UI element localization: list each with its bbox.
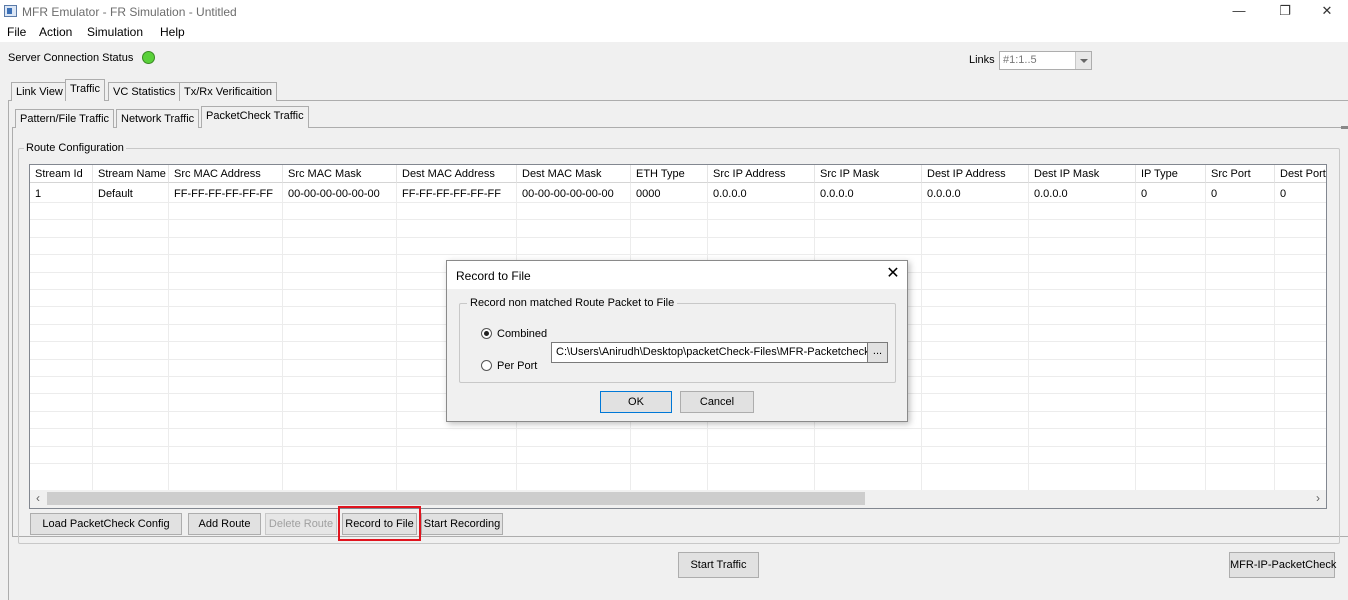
close-button[interactable]: ✕ [1304, 0, 1348, 24]
menu-help[interactable]: Help [160, 25, 185, 39]
tab-vc-statistics[interactable]: VC Statistics [108, 82, 181, 101]
table-cell: 00-00-00-00-00-00 [522, 188, 614, 200]
column-header[interactable]: Dest IP Mask [1029, 165, 1136, 183]
table-cell: FF-FF-FF-FF-FF-FF [174, 188, 273, 200]
column-header[interactable]: Dest MAC Mask [517, 165, 631, 183]
column-header[interactable]: ETH Type [631, 165, 708, 183]
close-icon[interactable]: ✕ [883, 265, 903, 285]
delete-route-button[interactable]: Delete Route [265, 513, 337, 535]
table-cell: Default [98, 188, 133, 200]
column-header[interactable]: Dest Port [1275, 165, 1326, 183]
tab-link-view[interactable]: Link View [11, 82, 68, 101]
dialog-title-bar: Record to File ✕ [447, 261, 907, 289]
table-cell: 0.0.0.0 [927, 188, 961, 200]
combined-radio[interactable] [481, 328, 492, 339]
column-header[interactable]: Src MAC Address [169, 165, 283, 183]
server-connection-label: Server Connection Status [8, 52, 134, 64]
column-header[interactable]: Stream Name [93, 165, 169, 183]
file-path-input[interactable]: C:\Users\Anirudh\Desktop\packetCheck-Fil… [551, 342, 869, 363]
links-dropdown-value: #1:1..5 [1003, 54, 1037, 66]
record-to-file-dialog: Record to File ✕ Record non matched Rout… [446, 260, 908, 422]
per-port-radio-label: Per Port [497, 360, 538, 372]
column-header[interactable]: Dest IP Address [922, 165, 1029, 183]
subtab-pattern-file-traffic[interactable]: Pattern/File Traffic [15, 109, 115, 128]
combined-radio-label: Combined [497, 328, 548, 340]
scrollbar-thumb[interactable] [47, 492, 865, 505]
chevron-down-icon[interactable] [1075, 52, 1091, 69]
links-dropdown[interactable]: #1:1..5 [999, 51, 1092, 70]
table-cell: 1 [35, 188, 42, 200]
record-to-file-highlight [338, 506, 421, 541]
minimize-button[interactable]: — [1216, 0, 1262, 24]
title-bar: MFR Emulator - FR Simulation - Untitled … [0, 0, 1348, 24]
subtab-network-traffic[interactable]: Network Traffic [116, 109, 200, 128]
subtab-packetcheck-traffic[interactable]: PacketCheck Traffic [201, 106, 309, 128]
menu-action[interactable]: Action [39, 25, 72, 39]
browse-button[interactable]: ... [867, 342, 888, 363]
column-header[interactable]: IP Type [1136, 165, 1206, 183]
ok-button[interactable]: OK [600, 391, 672, 413]
menu-bar: File Action Simulation Help [0, 24, 1348, 42]
column-header[interactable]: Stream Id [30, 165, 93, 183]
column-header[interactable]: Src IP Mask [815, 165, 922, 183]
horizontal-scrollbar[interactable]: ‹ › [30, 490, 1326, 508]
grid-row-line [30, 219, 1326, 221]
add-route-button[interactable]: Add Route [188, 513, 261, 535]
tab-txrx-verification[interactable]: Tx/Rx Verificaition [179, 82, 278, 101]
table-cell: FF-FF-FF-FF-FF-FF [402, 188, 501, 200]
links-label: Links [969, 54, 995, 66]
mfr-ip-packetcheck-button[interactable]: MFR-IP-PacketCheck [1229, 552, 1336, 578]
grid-row-line [30, 428, 1326, 430]
cancel-button[interactable]: Cancel [680, 391, 754, 413]
table-cell: 00-00-00-00-00-00 [288, 188, 380, 200]
scroll-right-icon[interactable]: › [1310, 492, 1326, 506]
column-header[interactable]: Dest MAC Address [397, 165, 517, 183]
grid-row-line [30, 445, 1326, 447]
table-cell: 0 [1211, 188, 1218, 200]
table-cell: 0 [1141, 188, 1148, 200]
per-port-radio[interactable] [481, 360, 492, 371]
app-icon [4, 5, 17, 17]
table-cell: 0.0.0.0 [713, 188, 747, 200]
route-configuration-label: Route Configuration [24, 142, 126, 154]
table-cell: 0 [1280, 188, 1287, 200]
column-header[interactable]: Src IP Address [708, 165, 815, 183]
connection-status-led-icon [142, 51, 155, 64]
grid-row-line [30, 254, 1326, 256]
dialog-title: Record to File [456, 269, 531, 283]
panel-edge-marker [1341, 126, 1348, 129]
scroll-left-icon[interactable]: ‹ [30, 492, 46, 506]
table-cell: 0000 [636, 188, 661, 200]
record-options-label: Record non matched Route Packet to File [467, 297, 678, 309]
load-packetcheck-config-button[interactable]: Load PacketCheck Config [30, 513, 182, 535]
column-header[interactable]: Src Port [1206, 165, 1275, 183]
table-cell: 0.0.0.0 [820, 188, 854, 200]
tab-traffic[interactable]: Traffic [65, 79, 105, 101]
menu-simulation[interactable]: Simulation [87, 25, 143, 39]
grid-row-line [30, 236, 1326, 238]
start-recording-button[interactable]: Start Recording [421, 513, 503, 535]
grid-row-line [30, 463, 1326, 464]
column-header[interactable]: Src MAC Mask [283, 165, 397, 183]
table-cell: 0.0.0.0 [1034, 188, 1068, 200]
window-title: MFR Emulator - FR Simulation - Untitled [22, 5, 237, 19]
restore-button[interactable]: ❐ [1262, 0, 1308, 24]
start-traffic-button[interactable]: Start Traffic [678, 552, 759, 578]
menu-file[interactable]: File [7, 25, 26, 39]
